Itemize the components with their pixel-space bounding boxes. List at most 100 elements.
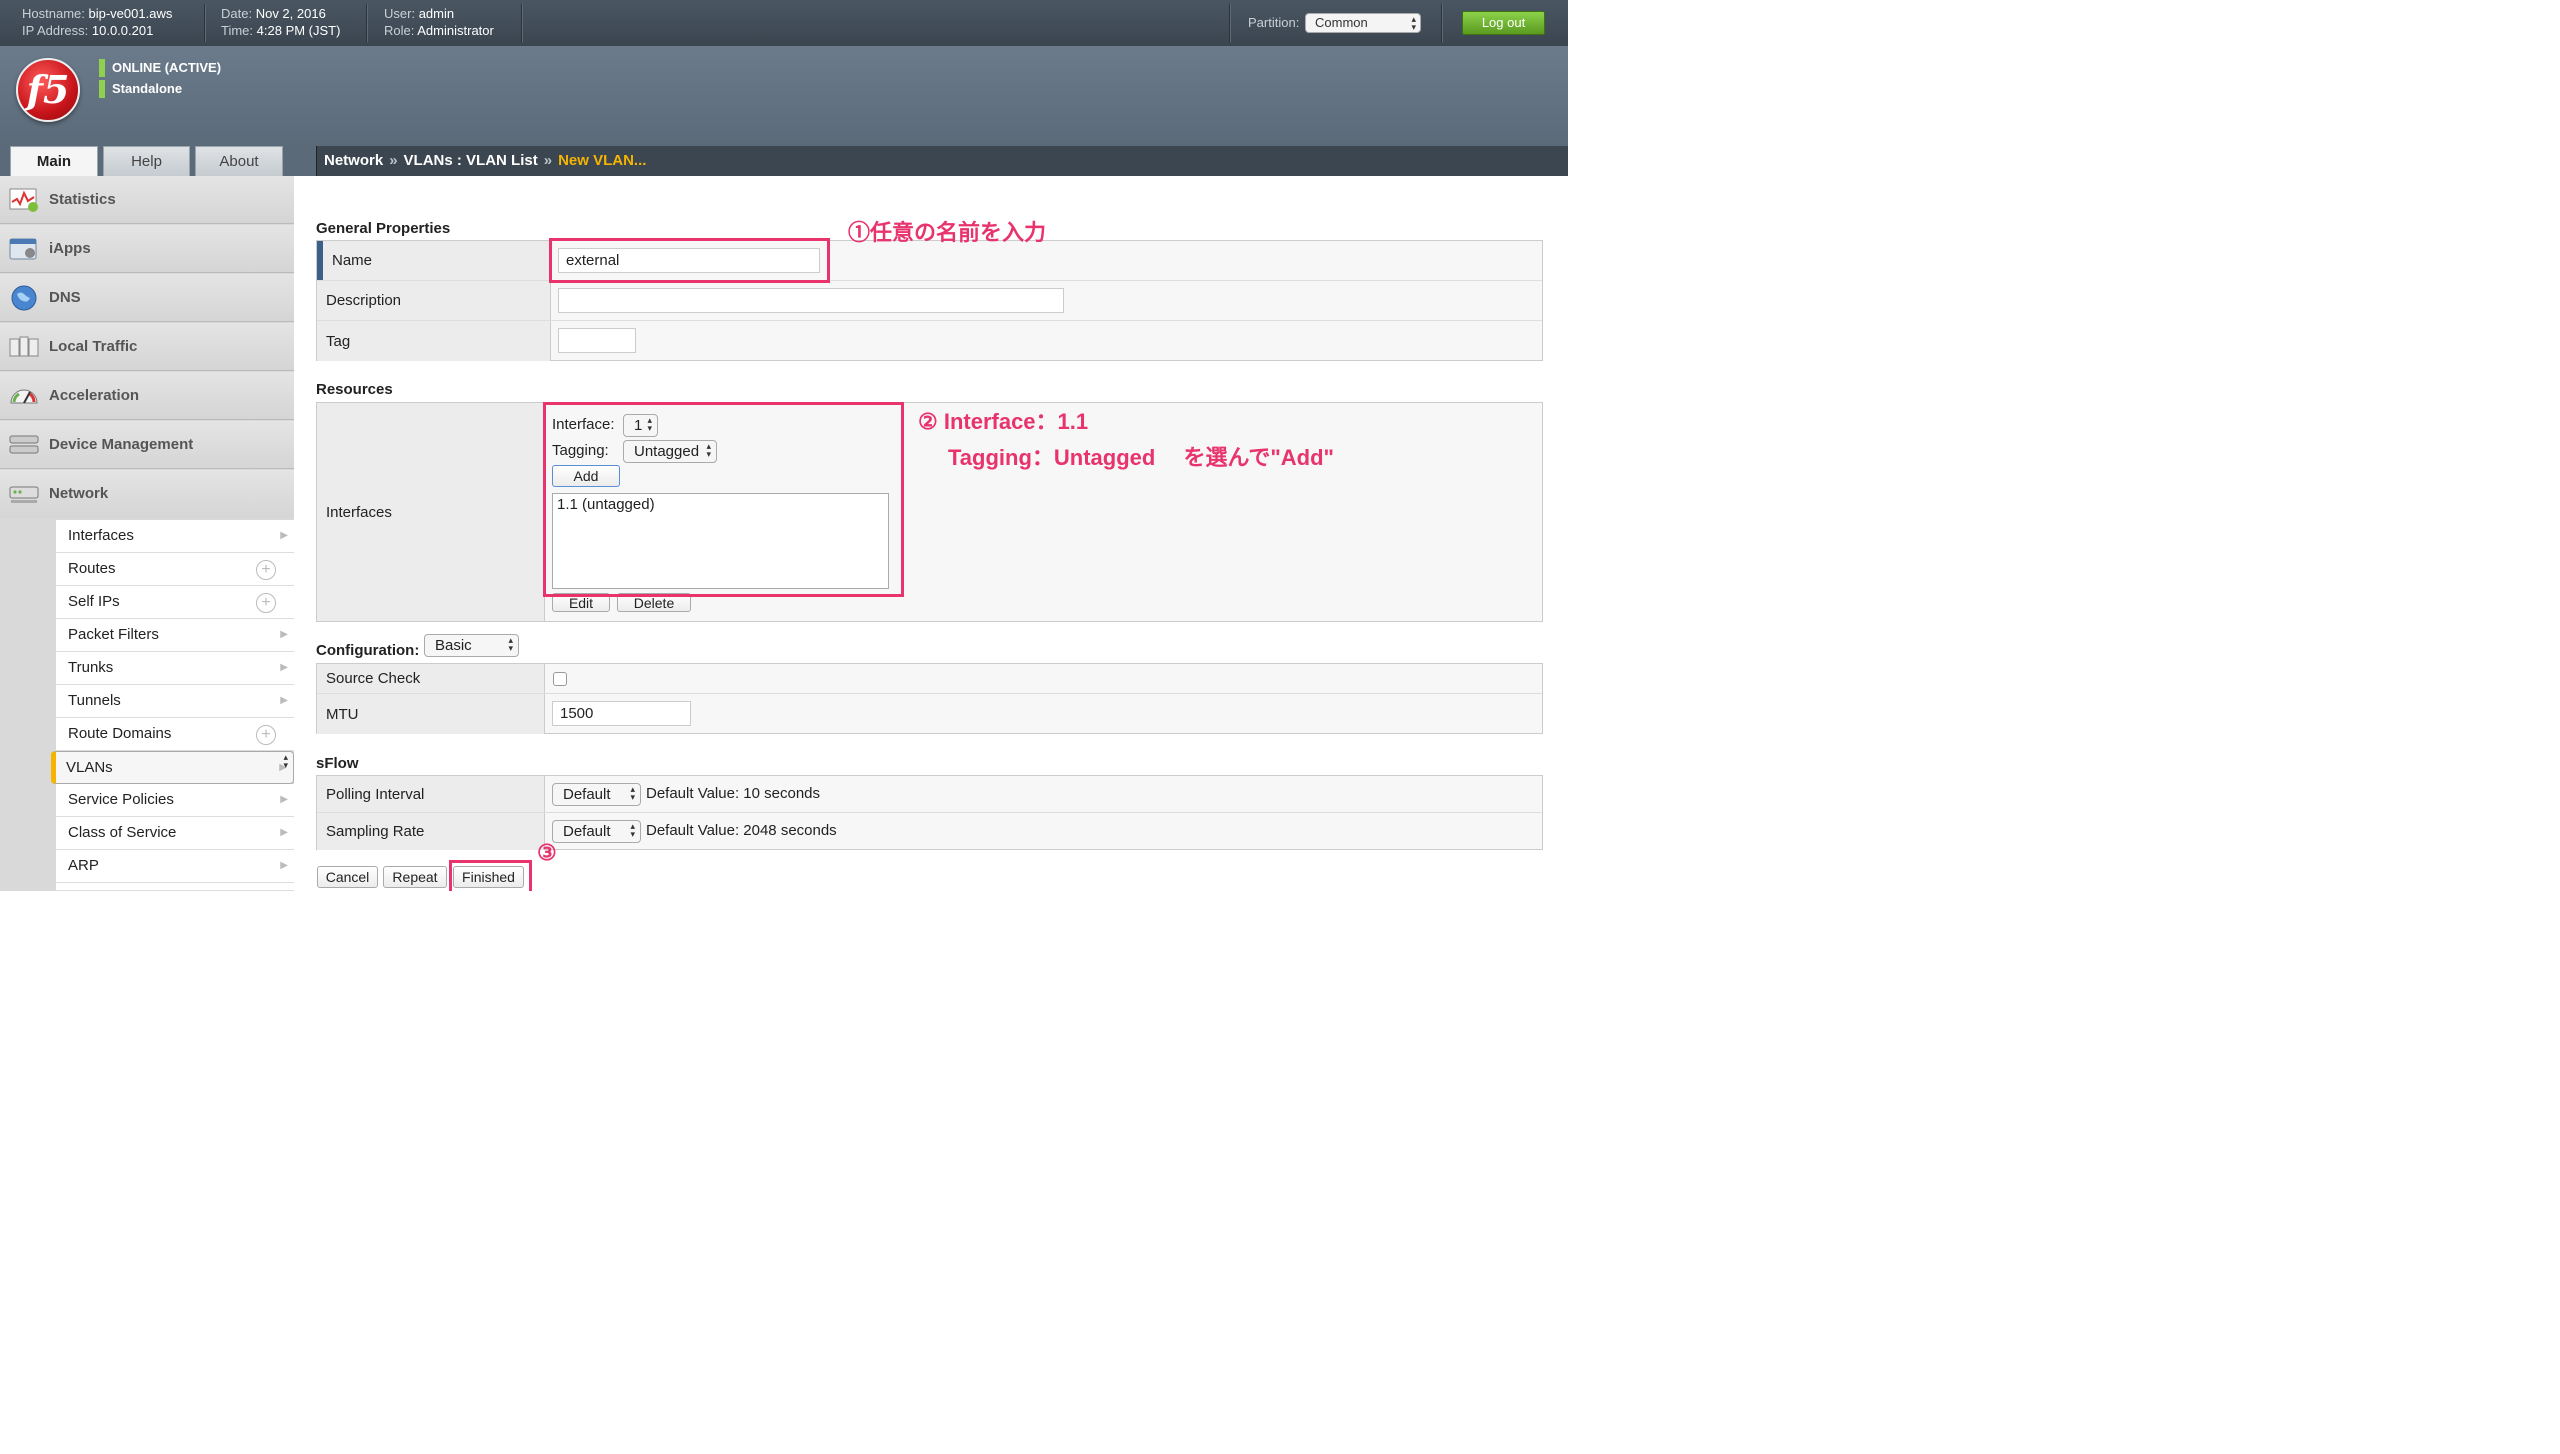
submenu-vlans[interactable]: VLANs ▶	[51, 751, 294, 784]
sidebar-item-device-management[interactable]: Device Management	[0, 421, 294, 469]
sidebar-label: Local Traffic	[49, 338, 138, 355]
sampling-rate-select[interactable]: Default	[552, 820, 641, 843]
add-icon[interactable]: +	[256, 725, 276, 745]
description-row: Description	[317, 281, 1542, 321]
submenu-trunks[interactable]: Trunks ▶	[56, 652, 294, 685]
tab-help[interactable]: Help	[103, 146, 190, 176]
submenu-packet-filters[interactable]: Packet Filters ▶	[56, 619, 294, 652]
tag-row: Tag	[317, 321, 1542, 361]
submenu-label: VLANs	[66, 759, 113, 776]
divider	[366, 4, 367, 42]
configuration-title: Configuration:	[316, 642, 420, 659]
logo-text: f5	[26, 67, 70, 112]
top-bar: Hostname: bip-ve001.aws IP Address: 10.0…	[0, 0, 1568, 46]
sampling-rate-note: Default Value: 2048 seconds	[646, 822, 837, 839]
source-check-label: Source Check	[317, 664, 545, 693]
ip-value: 10.0.0.201	[91, 23, 154, 38]
general-properties-title: General Properties	[316, 220, 451, 237]
sampling-rate-row: Sampling Rate Default Default Value: 204…	[317, 813, 1542, 850]
submenu-label: Interfaces	[68, 527, 134, 544]
user-value: admin	[418, 6, 455, 21]
add-icon[interactable]: +	[256, 593, 276, 613]
mtu-row: MTU	[317, 694, 1542, 734]
chevron-right-icon: ▶	[280, 794, 288, 805]
chevron-right-icon: ▶	[280, 695, 288, 706]
divider	[1441, 4, 1442, 42]
source-check-checkbox[interactable]	[553, 672, 567, 686]
sidebar-item-local-traffic[interactable]: Local Traffic	[0, 323, 294, 371]
sidebar-item-network[interactable]: Network	[0, 470, 294, 518]
annotation-2-line2: Tagging：Untagged を選んで"Add"	[948, 445, 1334, 470]
name-label: Name	[317, 241, 551, 280]
statistics-icon	[9, 188, 38, 212]
description-label: Description	[317, 281, 551, 320]
submenu-label: Trunks	[68, 659, 114, 676]
configuration-mode-select[interactable]: Basic	[424, 634, 519, 657]
submenu-route-domains[interactable]: Route Domains +	[56, 718, 294, 751]
mtu-label: MTU	[317, 694, 545, 734]
mtu-input[interactable]	[552, 701, 691, 726]
date-label: Date:	[221, 6, 253, 21]
chevron-right-icon: ▶	[280, 530, 288, 541]
chevron-right-icon: ▶	[280, 860, 288, 871]
cancel-button[interactable]: Cancel	[317, 866, 378, 888]
submenu-label: Packet Filters	[68, 626, 159, 643]
sidebar-item-statistics[interactable]: Statistics	[0, 176, 294, 224]
submenu-routes[interactable]: Routes +	[56, 553, 294, 586]
chevron-right-icon: ▶	[279, 762, 287, 773]
tab-main[interactable]: Main	[10, 146, 98, 176]
breadcrumb: Network » VLANs : VLAN List » New VLAN...	[316, 146, 1568, 176]
tab-about[interactable]: About	[195, 146, 283, 176]
submenu-label: Service Policies	[68, 791, 174, 808]
sidebar-item-iapps[interactable]: iApps	[0, 225, 294, 273]
status-online: ONLINE (ACTIVE)	[99, 59, 221, 77]
general-properties-table: Name Description Tag	[316, 240, 1543, 361]
repeat-button[interactable]: Repeat	[383, 866, 447, 888]
breadcrumb-new-vlan: New VLAN...	[558, 152, 647, 169]
status-banner	[0, 46, 1568, 146]
ip-label: IP Address:	[22, 23, 89, 38]
divider	[521, 4, 522, 42]
logout-button[interactable]: Log out	[1462, 11, 1545, 35]
description-input[interactable]	[558, 288, 1064, 313]
add-icon[interactable]: +	[256, 560, 276, 580]
partition-select[interactable]: Common ▴ ▾	[1305, 13, 1421, 33]
breadcrumb-network[interactable]: Network	[324, 152, 383, 169]
polling-interval-select[interactable]: Default	[552, 783, 641, 806]
partition-label: Partition:	[1248, 15, 1300, 30]
date-info: Date: Nov 2, 2016 Time: 4:28 PM (JST)	[221, 5, 340, 39]
tab-bar: Main Help About	[0, 146, 294, 176]
submenu-tunnels[interactable]: Tunnels ▶	[56, 685, 294, 718]
interfaces-label: Interfaces	[317, 403, 545, 621]
submenu-self-ips[interactable]: Self IPs +	[56, 586, 294, 619]
status-standalone: Standalone	[99, 80, 182, 98]
sidebar-label: Statistics	[49, 191, 116, 208]
app-root: Hostname: bip-ve001.aws IP Address: 10.0…	[0, 0, 1568, 891]
sidebar-label: Device Management	[49, 436, 194, 453]
chevron-right-icon: ▶	[280, 827, 288, 838]
sidebar: Statistics iApps DNS Local Traffic Accel…	[0, 176, 294, 891]
sidebar-label: Network	[49, 485, 109, 502]
iapps-icon	[9, 238, 37, 260]
sflow-table: Polling Interval Default Default Value: …	[316, 775, 1543, 850]
polling-interval-value: Default	[563, 786, 611, 803]
sflow-title: sFlow	[316, 755, 359, 772]
submenu-arp[interactable]: ARP ▶	[56, 850, 294, 883]
tag-label: Tag	[317, 321, 551, 361]
submenu-label: Self IPs	[68, 593, 120, 610]
breadcrumb-vlan-list[interactable]: VLANs : VLAN List	[404, 152, 538, 169]
resources-title: Resources	[316, 381, 393, 398]
submenu-interfaces[interactable]: Interfaces ▶	[56, 520, 294, 553]
sidebar-item-acceleration[interactable]: Acceleration	[0, 372, 294, 420]
submenu-class-of-service[interactable]: Class of Service ▶	[56, 817, 294, 850]
submenu-label: ARP	[68, 857, 99, 874]
sidebar-item-dns[interactable]: DNS	[0, 274, 294, 322]
submenu-service-policies[interactable]: Service Policies ▶	[56, 784, 294, 817]
tag-input[interactable]	[558, 328, 636, 353]
host-info: Hostname: bip-ve001.aws IP Address: 10.0…	[22, 5, 172, 39]
device-icon	[9, 435, 39, 454]
chevron-right-icon: ▶	[280, 629, 288, 640]
divider	[1229, 4, 1230, 42]
annotation-3: ③	[537, 840, 557, 865]
sidebar-label: DNS	[49, 289, 81, 306]
